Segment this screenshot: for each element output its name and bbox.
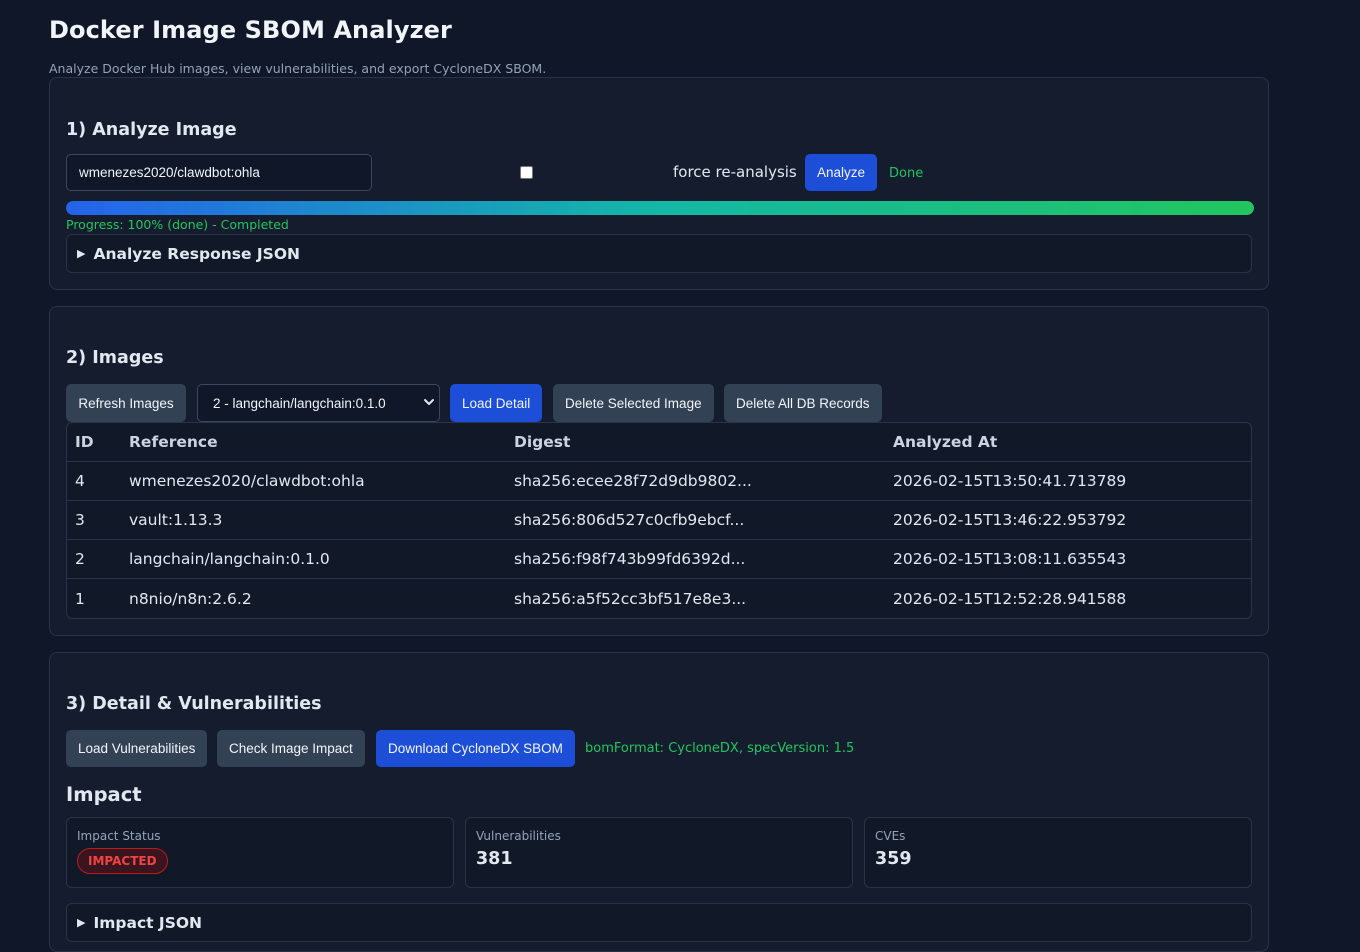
force-reanalysis-checkbox[interactable] [520,166,533,179]
analyze-response-json-label: Analyze Response JSON [93,244,300,263]
cell-analyzed-at: 2026-02-15T13:50:41.713789 [885,462,1251,501]
progress-fill [66,201,1254,215]
impact-json-toggle[interactable]: ▶ Impact JSON [66,903,1252,942]
impact-json-label: Impact JSON [93,913,203,932]
table-row[interactable]: 4 wmenezes2020/clawdbot:ohla sha256:ecee… [67,462,1251,501]
download-cyclonedx-sbom-button[interactable]: Download CycloneDX SBOM [376,730,575,767]
image-reference-input[interactable] [66,154,372,191]
image-select[interactable]: 2 - langchain/langchain:0.1.0 [197,384,440,422]
cell-reference: vault:1.13.3 [121,501,506,540]
images-card: 2) Images Refresh Images 2 - langchain/l… [49,306,1269,636]
page-title: Docker Image SBOM Analyzer [49,16,452,44]
cell-digest: sha256:f98f743b99fd6392d... [506,540,885,579]
check-image-impact-button[interactable]: Check Image Impact [217,730,365,767]
analyze-button[interactable]: Analyze [805,154,878,191]
triangle-right-icon: ▶ [77,916,86,929]
table-row[interactable]: 3 vault:1.13.3 sha256:806d527c0cfb9ebcf.… [67,501,1251,540]
status-badge: IMPACTED [77,848,168,874]
column-header-analyzed-at: Analyzed At [885,423,1251,462]
bom-format-info: bomFormat: CycloneDX, specVersion: 1.5 [585,741,855,756]
load-detail-button[interactable]: Load Detail [450,384,543,422]
cves-count: 359 [875,849,912,869]
delete-selected-image-button[interactable]: Delete Selected Image [553,384,714,422]
impact-status-card: Impact Status IMPACTED [66,817,454,888]
cell-reference: langchain/langchain:0.1.0 [121,540,506,579]
table-row[interactable]: 1 n8nio/n8n:2.6.2 sha256:a5f52cc3bf517e8… [67,579,1251,618]
delete-all-db-records-button[interactable]: Delete All DB Records [724,384,882,422]
vulnerabilities-count: 381 [476,849,513,869]
cell-digest: sha256:806d527c0cfb9ebcf... [506,501,885,540]
cell-digest: sha256:a5f52cc3bf517e8e3... [514,589,747,608]
page-subtitle: Analyze Docker Hub images, view vulnerab… [49,61,547,76]
cell-id: 3 [67,501,121,540]
force-reanalysis-label: force re-analysis [673,163,797,181]
vulnerabilities-label: Vulnerabilities [476,829,561,843]
chevron-down-icon [424,399,434,405]
triangle-right-icon: ▶ [77,247,86,260]
impact-status-label: Impact Status [77,829,161,843]
cell-id: 1 [75,589,85,608]
analyze-heading: 1) Analyze Image [66,120,237,140]
image-select-value: 2 - langchain/langchain:0.1.0 [213,395,386,411]
refresh-images-button[interactable]: Refresh Images [66,384,186,422]
impact-heading: Impact [66,783,142,806]
cves-label: CVEs [875,829,906,843]
cell-analyzed-at: 2026-02-15T13:46:22.953792 [885,501,1251,540]
progress-bar [66,201,1254,215]
images-heading: 2) Images [66,348,164,368]
cell-reference: n8nio/n8n:2.6.2 [129,589,252,608]
images-table: ID Reference Digest Analyzed At 4 wmenez… [66,422,1252,619]
analyze-response-json-toggle[interactable]: ▶ Analyze Response JSON [66,234,1252,273]
load-vulnerabilities-button[interactable]: Load Vulnerabilities [66,730,208,767]
cell-analyzed-at: 2026-02-15T12:52:28.941588 [893,589,1127,608]
progress-text: Progress: 100% (done) - Completed [66,217,289,232]
analyze-status: Done [889,166,924,181]
cves-card: CVEs 359 [864,817,1252,888]
column-header-reference: Reference [121,423,506,462]
column-header-id: ID [67,423,121,462]
cell-id: 2 [67,540,121,579]
table-header-row: ID Reference Digest Analyzed At [67,423,1251,462]
table-row[interactable]: 2 langchain/langchain:0.1.0 sha256:f98f7… [67,540,1251,579]
vulnerabilities-card: Vulnerabilities 381 [465,817,853,888]
cell-digest: sha256:ecee28f72d9db9802... [506,462,885,501]
cell-analyzed-at: 2026-02-15T13:08:11.635543 [885,540,1251,579]
detail-heading: 3) Detail & Vulnerabilities [66,694,322,714]
analyze-card: 1) Analyze Image force re-analysis Analy… [49,77,1269,290]
column-header-digest: Digest [506,423,885,462]
detail-card: 3) Detail & Vulnerabilities Load Vulnera… [49,652,1269,952]
cell-reference: wmenezes2020/clawdbot:ohla [121,462,506,501]
cell-id: 4 [67,462,121,501]
